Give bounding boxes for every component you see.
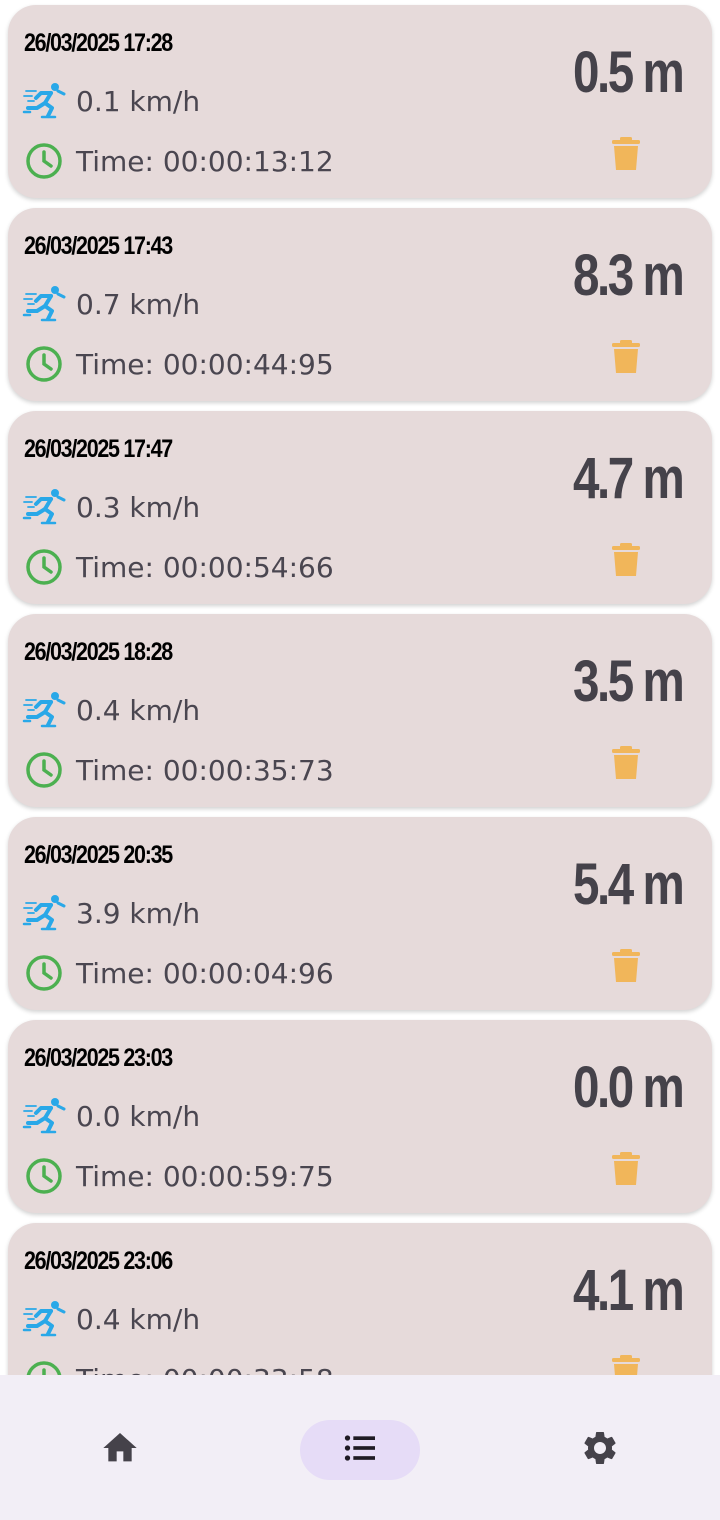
skater-icon	[22, 1297, 66, 1341]
session-date: 26/03/2025 17:43	[24, 232, 173, 260]
nav-settings-button[interactable]	[540, 1420, 660, 1480]
session-date: 26/03/2025 20:35	[24, 841, 173, 869]
delete-button[interactable]	[604, 539, 648, 585]
session-card[interactable]: 26/03/2025 17:47 0.3 km/h Time: 00:00:54…	[8, 411, 712, 604]
time-value: Time: 00:00:13:12	[76, 144, 334, 178]
trash-icon	[611, 1354, 641, 1375]
trash-icon	[611, 136, 641, 176]
time-row: Time: 00:00:04:96	[22, 951, 334, 995]
skater-icon	[22, 688, 66, 732]
skater-icon	[22, 485, 66, 529]
delete-button[interactable]	[604, 1351, 648, 1375]
skater-icon	[22, 79, 66, 123]
time-row: Time: 00:00:35:73	[22, 748, 334, 792]
clock-icon	[22, 342, 66, 386]
distance-value: 5.4 m	[572, 852, 685, 917]
session-date: 26/03/2025 23:03	[24, 1044, 173, 1072]
session-card[interactable]: 26/03/2025 23:03 0.0 km/h Time: 00:00:59…	[8, 1020, 712, 1213]
session-card[interactable]: 26/03/2025 17:43 0.7 km/h Time: 00:00:44…	[8, 208, 712, 401]
clock-icon	[22, 139, 66, 183]
session-card[interactable]: 26/03/2025 17:28 0.1 km/h Time: 00:00:13…	[8, 5, 712, 198]
session-date: 26/03/2025 18:28	[24, 638, 173, 666]
skater-icon	[22, 1094, 66, 1138]
nav-history-button[interactable]	[300, 1420, 420, 1480]
distance-value: 4.7 m	[572, 446, 685, 511]
distance-value: 0.5 m	[572, 40, 685, 105]
delete-button[interactable]	[604, 1148, 648, 1194]
home-icon	[100, 1428, 140, 1472]
trash-icon	[611, 1151, 641, 1191]
speed-value: 0.0 km/h	[76, 1099, 201, 1133]
speed-row: 0.3 km/h	[22, 485, 200, 529]
speed-row: 0.0 km/h	[22, 1094, 200, 1138]
time-value: Time: 00:00:04:96	[76, 956, 334, 990]
delete-button[interactable]	[604, 336, 648, 382]
speed-value: 0.4 km/h	[76, 693, 201, 727]
clock-icon	[22, 951, 66, 995]
speed-row: 0.7 km/h	[22, 282, 200, 326]
clock-icon	[22, 748, 66, 792]
time-value: Time: 00:00:33:58	[76, 1363, 334, 1376]
speed-row: 0.4 km/h	[22, 1297, 200, 1341]
trash-icon	[611, 745, 641, 785]
delete-button[interactable]	[604, 742, 648, 788]
nav-home-button[interactable]	[60, 1420, 180, 1480]
speed-value: 0.1 km/h	[76, 84, 201, 118]
distance-value: 0.0 m	[572, 1055, 685, 1120]
session-card[interactable]: 26/03/2025 18:28 0.4 km/h Time: 00:00:35…	[8, 614, 712, 807]
list-icon	[340, 1428, 380, 1472]
speed-row: 3.9 km/h	[22, 891, 200, 935]
distance-value: 3.5 m	[572, 649, 685, 714]
speed-value: 0.4 km/h	[76, 1302, 201, 1336]
time-row: Time: 00:00:59:75	[22, 1154, 334, 1198]
skater-icon	[22, 891, 66, 935]
session-card[interactable]: 26/03/2025 20:35 3.9 km/h Time: 00:00:04…	[8, 817, 712, 1010]
skater-icon	[22, 282, 66, 326]
speed-value: 0.7 km/h	[76, 287, 201, 321]
time-value: Time: 00:00:59:75	[76, 1159, 334, 1193]
trash-icon	[611, 542, 641, 582]
delete-button[interactable]	[604, 133, 648, 179]
speed-value: 0.3 km/h	[76, 490, 201, 524]
time-row: Time: 00:00:44:95	[22, 342, 334, 386]
time-value: Time: 00:00:44:95	[76, 347, 334, 381]
distance-value: 4.1 m	[572, 1258, 685, 1323]
session-list[interactable]: 26/03/2025 17:28 0.1 km/h Time: 00:00:13…	[0, 0, 720, 1375]
speed-value: 3.9 km/h	[76, 896, 201, 930]
time-value: Time: 00:00:35:73	[76, 753, 334, 787]
speed-row: 0.4 km/h	[22, 688, 200, 732]
trash-icon	[611, 339, 641, 379]
speed-row: 0.1 km/h	[22, 79, 200, 123]
time-row: Time: 00:00:33:58	[22, 1357, 334, 1375]
session-date: 26/03/2025 17:47	[24, 435, 173, 463]
clock-icon	[22, 1357, 66, 1375]
time-row: Time: 00:00:54:66	[22, 545, 334, 589]
session-card[interactable]: 26/03/2025 23:06 0.4 km/h Time: 00:00:33…	[8, 1223, 712, 1375]
gear-icon	[580, 1428, 620, 1472]
trash-icon	[611, 948, 641, 988]
session-date: 26/03/2025 23:06	[24, 1247, 173, 1275]
distance-value: 8.3 m	[572, 243, 685, 308]
clock-icon	[22, 1154, 66, 1198]
time-value: Time: 00:00:54:66	[76, 550, 334, 584]
bottom-navigation-bar	[0, 1375, 720, 1520]
delete-button[interactable]	[604, 945, 648, 991]
time-row: Time: 00:00:13:12	[22, 139, 334, 183]
clock-icon	[22, 545, 66, 589]
session-date: 26/03/2025 17:28	[24, 29, 173, 57]
